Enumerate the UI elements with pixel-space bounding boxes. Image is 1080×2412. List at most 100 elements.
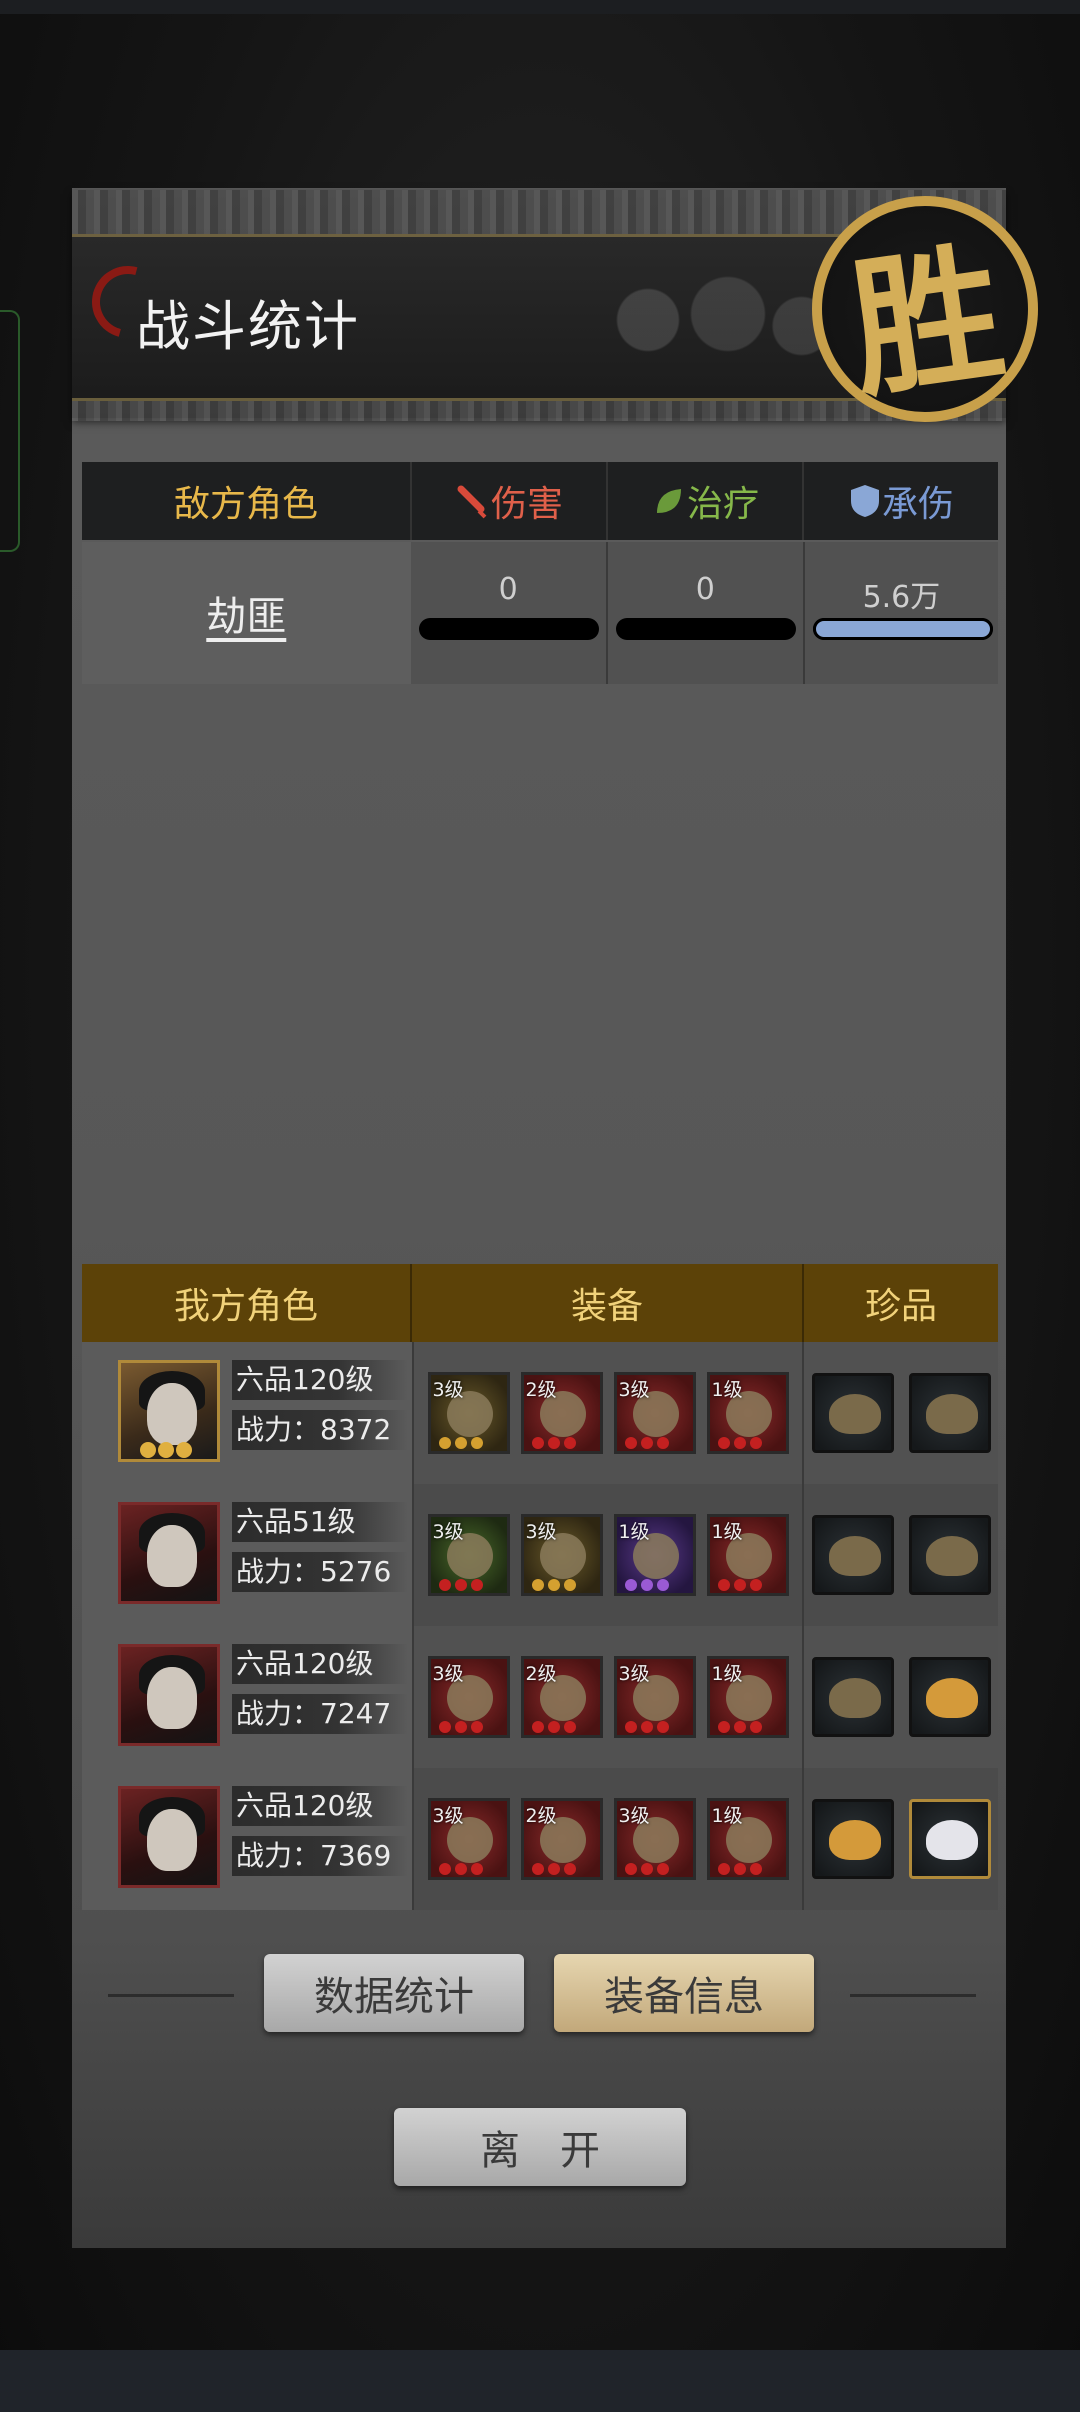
taken-cell: 5.6万 xyxy=(805,542,998,684)
rank-level: 六品120级 xyxy=(232,1360,408,1400)
taken-label: 承伤 xyxy=(881,484,954,525)
equip-slot-accessory[interactable]: 1级 xyxy=(706,1372,789,1454)
equip-slot-weapon[interactable]: 3级 xyxy=(427,1372,510,1454)
equip-slot-armor[interactable]: 2级 xyxy=(520,1798,603,1880)
equip-level: 3级 xyxy=(618,1663,650,1685)
equip-level: 3级 xyxy=(525,1521,557,1543)
equipment-slots: 3级 2级 3级 1级 xyxy=(412,1342,804,1484)
gold-fan-treasure-icon[interactable] xyxy=(811,1799,894,1879)
equip-slot-helm[interactable]: 3级 xyxy=(613,1372,696,1454)
equip-slot-weapon[interactable]: 3级 xyxy=(427,1514,510,1596)
equip-slot-accessory[interactable]: 1级 xyxy=(706,1798,789,1880)
ally-info: 六品51级 战力：5276 xyxy=(82,1484,412,1626)
data-stats-button[interactable]: 数据统计 xyxy=(264,1954,524,2032)
equip-level: 2级 xyxy=(525,1663,557,1685)
enemy-col-heal: 治疗 xyxy=(608,462,804,540)
avatar[interactable] xyxy=(118,1786,220,1888)
rank-level: 六品120级 xyxy=(232,1786,408,1826)
avatar-face xyxy=(147,1383,197,1445)
feather-treasure-icon[interactable] xyxy=(811,1373,894,1453)
enemy-row: 劫匪 0 0 5.6万 xyxy=(82,542,998,684)
avatar[interactable] xyxy=(118,1644,220,1746)
leave-button[interactable]: 离 开 xyxy=(394,2108,686,2186)
enemy-col-damage: 伤害 xyxy=(412,462,608,540)
treasure-slots xyxy=(804,1342,998,1484)
jade-rabbit-treasure-icon[interactable] xyxy=(908,1799,991,1879)
feather-treasure-icon[interactable] xyxy=(908,1373,991,1453)
taken-bar xyxy=(812,618,993,640)
equip-slot-helm[interactable]: 1级 xyxy=(613,1514,696,1596)
mushroom-treasure-icon[interactable] xyxy=(811,1515,894,1595)
page-title: 战斗统计 xyxy=(136,295,360,358)
equip-level: 1级 xyxy=(711,1379,743,1401)
heal-value: 0 xyxy=(695,572,715,607)
equip-slot-accessory[interactable]: 1级 xyxy=(706,1514,789,1596)
divider-right xyxy=(850,1994,976,1997)
equip-slot-weapon[interactable]: 3级 xyxy=(427,1798,510,1880)
equip-level: 1级 xyxy=(618,1521,650,1543)
ally-row-4[interactable]: 六品120级 战力：7369 3级 2级 3级 1级 xyxy=(82,1768,998,1910)
treasure-slots xyxy=(804,1626,998,1768)
combat-power: 战力：5276 xyxy=(232,1552,408,1592)
combat-power: 战力：7369 xyxy=(232,1836,408,1876)
avatar[interactable] xyxy=(118,1502,220,1604)
enemy-table-header: 敌方角色 伤害 治疗 承伤 xyxy=(82,462,998,540)
equip-slot-helm[interactable]: 3级 xyxy=(613,1656,696,1738)
rank-level: 六品120级 xyxy=(232,1644,408,1684)
damage-bar xyxy=(418,618,599,640)
ally-table-header: 我方角色 装备 珍品 xyxy=(82,1264,998,1342)
ally-info: 六品120级 战力：8372 xyxy=(82,1342,412,1484)
damage-value: 0 xyxy=(498,572,518,607)
equip-level: 3级 xyxy=(432,1663,464,1685)
heal-label: 治疗 xyxy=(686,484,759,525)
combat-power: 战力：7247 xyxy=(232,1694,408,1734)
treasure-slots xyxy=(804,1484,998,1626)
enemy-col-role: 敌方角色 xyxy=(82,462,412,540)
equip-level: 2级 xyxy=(525,1805,557,1827)
equip-level: 3级 xyxy=(618,1379,650,1401)
equip-slot-armor[interactable]: 2级 xyxy=(520,1372,603,1454)
combat-power: 战力：8372 xyxy=(232,1410,408,1450)
equipment-slots: 3级 2级 3级 1级 xyxy=(412,1626,804,1768)
heal-bar xyxy=(615,618,796,640)
sword-icon xyxy=(457,485,487,519)
star-rating xyxy=(140,1442,192,1458)
equip-level: 1级 xyxy=(711,1663,743,1685)
ally-info: 六品120级 战力：7247 xyxy=(82,1626,412,1768)
ally-row-2[interactable]: 六品51级 战力：5276 3级 3级 1级 1级 xyxy=(82,1484,998,1626)
ally-row-3[interactable]: 六品120级 战力：7247 3级 2级 3级 1级 xyxy=(82,1626,998,1768)
equip-slot-weapon[interactable]: 3级 xyxy=(427,1656,510,1738)
equip-info-button[interactable]: 装备信息 xyxy=(554,1954,814,2032)
damage-label: 伤害 xyxy=(490,484,563,525)
equip-level: 3级 xyxy=(618,1805,650,1827)
comb-treasure-icon[interactable] xyxy=(908,1515,991,1595)
ally-col-role: 我方角色 xyxy=(82,1264,412,1342)
ally-row-1[interactable]: 六品120级 战力：8372 3级 2级 3级 1级 xyxy=(82,1342,998,1484)
equip-level: 3级 xyxy=(432,1379,464,1401)
equip-level: 1级 xyxy=(711,1805,743,1827)
equip-slot-armor[interactable]: 2级 xyxy=(520,1656,603,1738)
equip-level: 3级 xyxy=(432,1805,464,1827)
equip-level: 3级 xyxy=(432,1521,464,1543)
rank-level: 六品51级 xyxy=(232,1502,408,1542)
enemy-name[interactable]: 劫匪 xyxy=(206,584,286,642)
taken-bar-fill xyxy=(812,618,993,640)
divider-left xyxy=(108,1994,234,1997)
enemy-name-cell[interactable]: 劫匪 xyxy=(82,542,411,684)
equip-level: 2级 xyxy=(525,1379,557,1401)
damage-cell: 0 xyxy=(411,542,608,684)
equip-slot-armor[interactable]: 3级 xyxy=(520,1514,603,1596)
enemy-col-taken: 承伤 xyxy=(804,462,998,540)
gold-fan-treasure-icon[interactable] xyxy=(908,1657,991,1737)
navigation-bar xyxy=(0,2350,1080,2412)
equip-slot-helm[interactable]: 3级 xyxy=(613,1798,696,1880)
ally-col-equip: 装备 xyxy=(412,1264,804,1342)
ally-info: 六品120级 战力：7369 xyxy=(82,1768,412,1910)
side-handle xyxy=(0,310,20,552)
equip-level: 1级 xyxy=(711,1521,743,1543)
treasure-slots xyxy=(804,1768,998,1910)
mushroom-treasure-icon[interactable] xyxy=(811,1657,894,1737)
equip-slot-accessory[interactable]: 1级 xyxy=(706,1656,789,1738)
taken-value: 5.6万 xyxy=(862,580,941,615)
heal-cell: 0 xyxy=(608,542,805,684)
